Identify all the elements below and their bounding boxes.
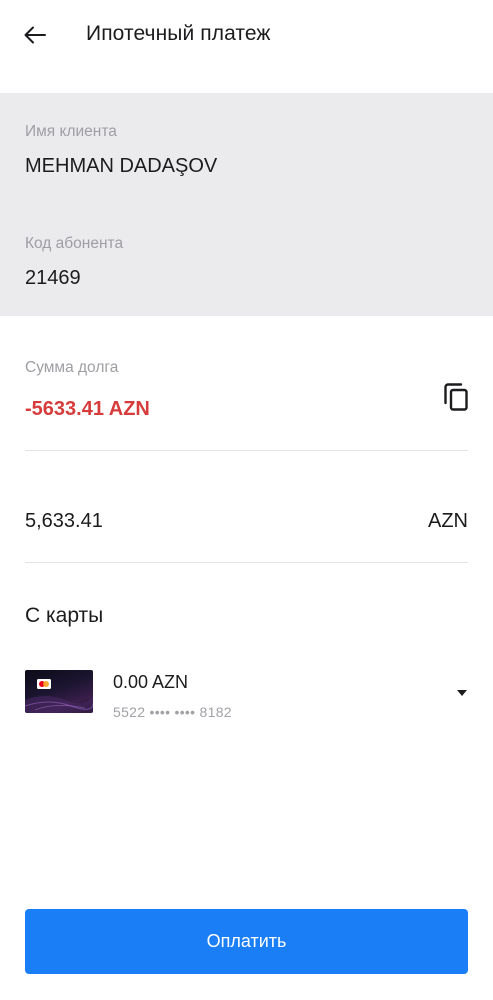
currency-label: AZN: [428, 510, 468, 532]
client-name-value: MEHMAN DADAŞOV: [25, 155, 218, 177]
card-number: 5522 •••• •••• 8182: [113, 704, 232, 720]
card-selector[interactable]: 0.00 AZN 5522 •••• •••• 8182: [0, 660, 493, 730]
client-name-label: Имя клиента: [25, 123, 117, 140]
caret-down-icon: [457, 690, 467, 696]
header: Ипотечный платеж: [0, 0, 493, 92]
copy-button[interactable]: [440, 380, 472, 414]
back-button[interactable]: [18, 18, 52, 52]
client-info-panel: Имя клиента MEHMAN DADAŞOV Код абонента …: [0, 93, 493, 316]
divider: [25, 450, 468, 451]
divider: [25, 562, 468, 563]
copy-icon: [444, 383, 468, 411]
subscriber-code-label: Код абонента: [25, 235, 124, 252]
subscriber-code-value: 21469: [25, 267, 81, 289]
amount-input[interactable]: [25, 504, 385, 538]
arrow-left-icon: [24, 26, 46, 44]
card-image: [25, 670, 93, 713]
debt-amount-value: -5633.41 AZN: [25, 398, 150, 420]
debt-amount-label: Сумма долга: [25, 359, 119, 376]
page-title: Ипотечный платеж: [86, 22, 271, 45]
pay-button[interactable]: Оплатить: [25, 909, 468, 974]
card-balance: 0.00 AZN: [113, 672, 189, 692]
source-card-title: С карты: [25, 604, 104, 627]
